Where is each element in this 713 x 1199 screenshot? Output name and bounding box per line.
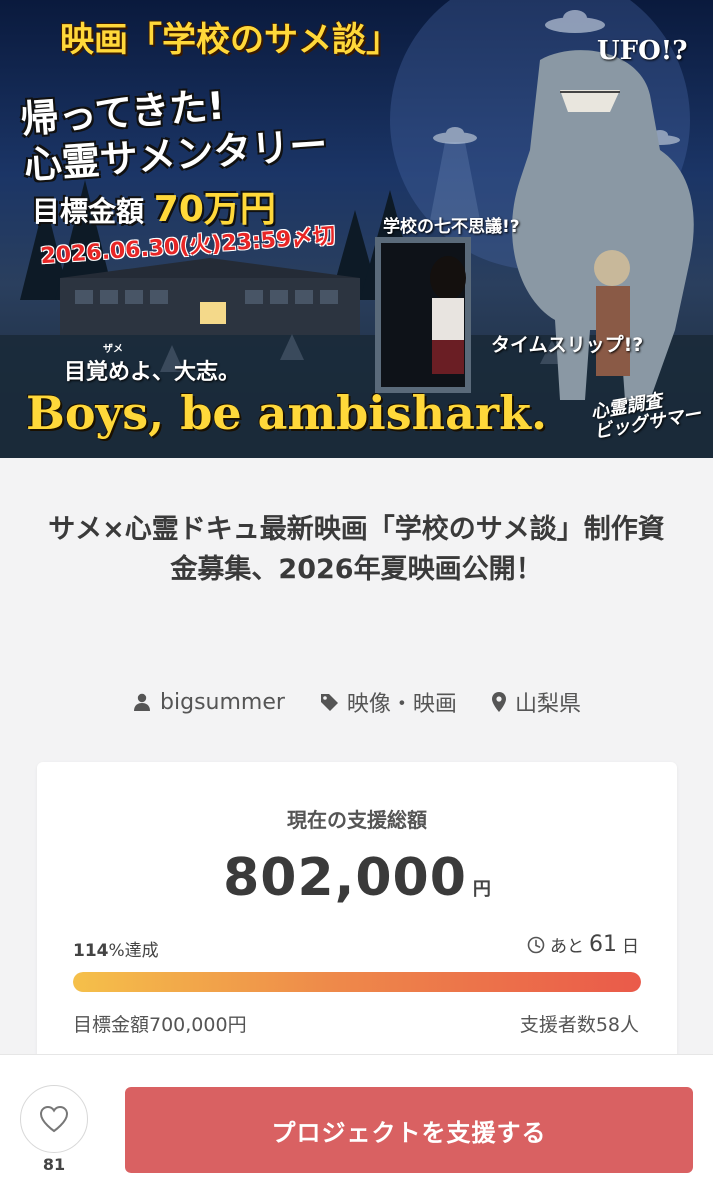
owner-link[interactable]: bigsummer bbox=[132, 686, 285, 718]
hero-goal-prefix: 目標金額 bbox=[32, 195, 145, 228]
project-meta: bigsummer 映像・映画 山梨県 bbox=[0, 686, 713, 718]
funding-currency: 円 bbox=[472, 879, 491, 900]
hero-ruby: ザメ bbox=[103, 344, 123, 355]
like-count: 81 bbox=[42, 1155, 66, 1174]
hero-time-slip: タイムスリップ!? bbox=[491, 334, 644, 356]
achievement-rate: 114%達成 bbox=[73, 936, 159, 961]
location-link[interactable]: 山梨県 bbox=[491, 686, 581, 718]
funding-amount: 802,000 bbox=[223, 848, 467, 908]
heart-icon bbox=[39, 1105, 69, 1133]
user-icon bbox=[134, 693, 151, 711]
bottom-action-bar: 81 プロジェクトを支援する bbox=[0, 1054, 713, 1199]
hero-banner: 映画「学校のサメ談」 UFO!? 帰ってきた! 心霊サメンタリー 目標金額 70… bbox=[0, 0, 713, 458]
achievement-suffix: %達成 bbox=[108, 941, 159, 961]
remaining-days: 61 bbox=[589, 932, 617, 957]
support-project-button[interactable]: プロジェクトを支援する bbox=[125, 1087, 693, 1173]
hero-ufo-caption: UFO!? bbox=[597, 36, 688, 66]
progress-bar-fill bbox=[73, 972, 641, 992]
hero-boys-tagline: Boys, be ambishark. bbox=[26, 386, 548, 440]
backers-count: 支援者数58人 bbox=[519, 1014, 639, 1036]
category-link[interactable]: 映像・映画 bbox=[319, 686, 457, 718]
project-title: サメ×心霊ドキュ最新映画「学校のサメ談」制作資金募集、2026年夏映画公開！ bbox=[48, 514, 665, 585]
tag-icon bbox=[320, 694, 338, 711]
hero-seven-wonders: 学校の七不思議!? bbox=[383, 217, 520, 237]
hero-movie-title: 映画「学校のサメ談」 bbox=[60, 20, 400, 60]
progress-bar bbox=[73, 972, 641, 992]
target-amount: 目標金額700,000円 bbox=[73, 1014, 247, 1036]
hero-awaken: 目覚めよ、大志。 bbox=[64, 360, 241, 385]
remaining-unit: 日 bbox=[622, 937, 639, 957]
funding-card: 現在の支援総額 802,000 円 114%達成 あと 61 日 目標金額700,… bbox=[37, 762, 677, 1072]
funding-label: 現在の支援総額 bbox=[287, 808, 427, 832]
location-pin-icon bbox=[491, 692, 506, 712]
location-name: 山梨県 bbox=[514, 692, 581, 717]
category-name: 映像・映画 bbox=[346, 692, 457, 717]
remaining-prefix: あと bbox=[550, 937, 584, 957]
achievement-percent: 114 bbox=[73, 941, 109, 961]
owner-name: bigsummer bbox=[160, 689, 285, 715]
clock-icon bbox=[527, 936, 545, 953]
project-header: サメ×心霊ドキュ最新映画「学校のサメ談」制作資金募集、2026年夏映画公開！ bbox=[0, 458, 713, 590]
like-button[interactable] bbox=[20, 1085, 88, 1153]
funding-amount-row: 802,000 円 bbox=[37, 848, 677, 908]
remaining-time: あと 61 日 bbox=[527, 932, 639, 957]
